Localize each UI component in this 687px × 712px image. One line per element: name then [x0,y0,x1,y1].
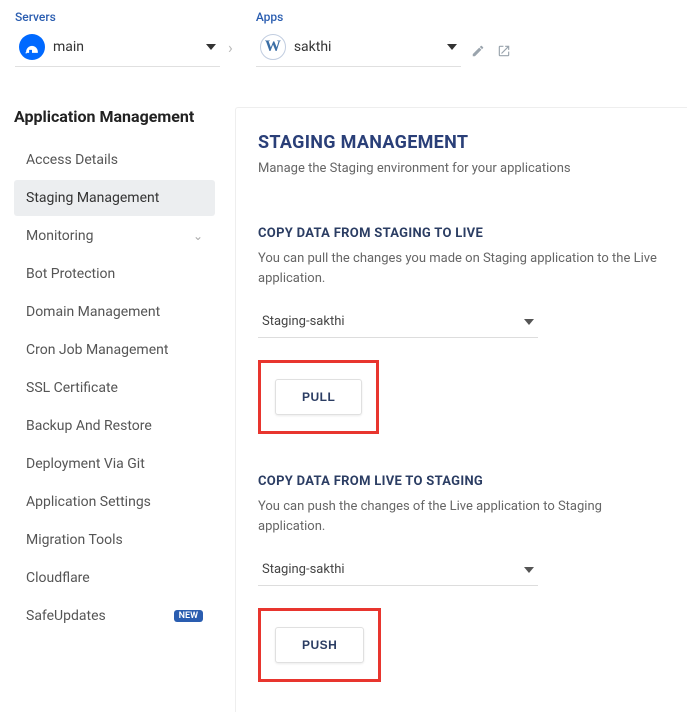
wordpress-icon: W [260,34,286,60]
sidebar-item-ssl-certificate[interactable]: SSL Certificate [14,370,215,406]
push-section-title: COPY DATA FROM LIVE TO STAGING [258,474,665,489]
push-staging-select[interactable]: Staging-sakthi [258,554,538,586]
sidebar-item-access-details[interactable]: Access Details [14,142,215,178]
top-breadcrumb: Servers main › Apps W sakthi [0,0,687,67]
sidebar-item-bot-protection[interactable]: Bot Protection [14,256,215,292]
pull-button[interactable]: PULL [275,379,362,415]
page-title: STAGING MANAGEMENT [258,132,665,153]
push-highlight: PUSH [258,608,381,682]
caret-down-icon [206,44,216,50]
servers-label: Servers [15,10,220,24]
sidebar-item-migration-tools[interactable]: Migration Tools [14,522,215,558]
pull-selected-label: Staging-sakthi [262,314,345,329]
sidebar-item-safeupdates[interactable]: SafeUpdatesNEW [14,598,215,634]
main-panel: STAGING MANAGEMENT Manage the Staging en… [235,107,687,712]
server-selected-label: main [53,39,198,55]
chevron-right-icon: › [220,38,241,57]
sidebar-item-deployment-git[interactable]: Deployment Via Git [14,446,215,482]
apps-breadcrumb-col: Apps W sakthi [256,10,461,67]
chevron-down-icon: ⌄ [193,229,203,243]
server-selector[interactable]: main [15,28,220,67]
sidebar-item-monitoring[interactable]: Monitoring⌄ [14,218,215,254]
new-badge: NEW [174,610,203,622]
caret-down-icon [524,567,534,573]
sidebar-item-staging-management[interactable]: Staging Management [14,180,215,216]
sidebar-heading: Application Management [14,107,215,126]
external-link-icon[interactable] [497,44,511,58]
push-button[interactable]: PUSH [275,627,364,663]
sidebar-item-backup-restore[interactable]: Backup And Restore [14,408,215,444]
app-selected-label: sakthi [294,39,439,55]
sidebar-item-application-settings[interactable]: Application Settings [14,484,215,520]
apps-label: Apps [256,10,461,24]
pull-section-desc: You can pull the changes you made on Sta… [258,249,658,288]
push-selected-label: Staging-sakthi [262,562,345,577]
pull-section-title: COPY DATA FROM STAGING TO LIVE [258,226,665,241]
app-selector[interactable]: W sakthi [256,28,461,67]
push-section-desc: You can push the changes of the Live app… [258,497,658,536]
app-actions [471,34,511,67]
pull-highlight: PULL [258,360,379,434]
sidebar-item-cron-job-management[interactable]: Cron Job Management [14,332,215,368]
page-subtitle: Manage the Staging environment for your … [258,161,665,176]
servers-breadcrumb-col: Servers main [15,10,220,67]
sidebar-item-cloudflare[interactable]: Cloudflare [14,560,215,596]
caret-down-icon [524,319,534,325]
sidebar: Application Management Access Details St… [0,107,215,712]
pull-staging-select[interactable]: Staging-sakthi [258,306,538,338]
sidebar-item-domain-management[interactable]: Domain Management [14,294,215,330]
caret-down-icon [447,44,457,50]
edit-icon[interactable] [471,44,485,58]
digitalocean-icon [19,34,45,60]
